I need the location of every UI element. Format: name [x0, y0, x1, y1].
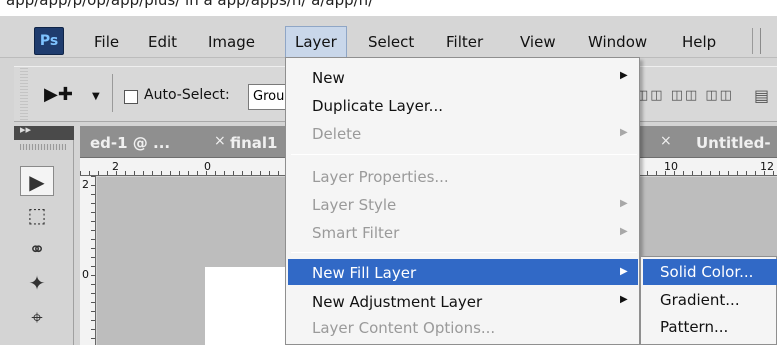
menu-view[interactable]: View [520, 33, 556, 51]
options-divider [112, 74, 113, 112]
lasso-tool-button[interactable]: ⚭ [20, 234, 54, 264]
options-grip-handle[interactable] [20, 68, 28, 120]
submenu-arrow-icon: ▶ [620, 226, 628, 237]
ruler-label: 2 [82, 178, 89, 191]
collapse-icon[interactable]: ▸▸ [20, 123, 31, 136]
vertical-ruler[interactable] [80, 176, 96, 345]
document-canvas[interactable] [205, 267, 287, 345]
menu-window[interactable]: Window [588, 33, 647, 51]
ruler-label: 2 [112, 160, 119, 173]
top-strip-text: app/app/p/op/app/plus/ in a app/apps/n/ … [6, 0, 374, 9]
menu-item-new[interactable]: New [312, 69, 345, 87]
workspace-switcher[interactable] [760, 28, 776, 54]
auto-select-checkbox[interactable] [124, 90, 138, 104]
crop-tool-button[interactable]: ⌖ [20, 302, 54, 332]
menu-filter[interactable]: Filter [446, 33, 483, 51]
tools-grip-handle[interactable] [20, 144, 66, 150]
menu-select[interactable]: Select [368, 33, 414, 51]
menu-item-new-adjustment-layer[interactable]: New Adjustment Layer [312, 293, 482, 311]
menu-file[interactable]: File [94, 33, 119, 51]
menu-item-layer-content-options[interactable]: Layer Content Options... [312, 319, 495, 337]
tab-untitled-1[interactable]: ed-1 @ ... [84, 130, 206, 156]
move-tool-icon[interactable]: ▶✚ [44, 84, 73, 105]
top-strip: app/app/p/op/app/plus/ in a app/apps/n/ … [0, 0, 777, 16]
ruler-label: 10 [664, 160, 678, 173]
close-icon[interactable]: × [660, 133, 672, 149]
menu-image[interactable]: Image [208, 33, 255, 51]
magic-wand-tool-button[interactable]: ✦ [20, 268, 54, 298]
align-left-icon[interactable]: ▤ [754, 86, 769, 105]
submenu-arrow-icon: ▶ [620, 294, 628, 305]
submenu-item-pattern[interactable]: Pattern... [660, 318, 728, 336]
menu-help[interactable]: Help [682, 33, 716, 51]
menu-layer[interactable]: Layer [285, 26, 347, 58]
ruler-label: 0 [82, 268, 89, 281]
ps-logo-icon[interactable]: Ps [34, 27, 64, 55]
menu-item-smart-filter[interactable]: Smart Filter [312, 224, 399, 242]
move-tool-button[interactable]: ▶ [20, 166, 54, 196]
ruler-label: 12 [760, 160, 774, 173]
menu-separator [291, 154, 637, 155]
menu-edit[interactable]: Edit [148, 33, 177, 51]
menu-separator [291, 252, 637, 253]
menu-item-delete[interactable]: Delete [312, 125, 361, 143]
ruler-label: 0 [204, 160, 211, 173]
submenu-arrow-icon: ▶ [620, 266, 628, 277]
menu-item-new-fill-layer[interactable]: New Fill Layer [312, 264, 416, 282]
menu-separator [752, 28, 753, 54]
distribute-icons[interactable]: ◫◫ ◫◫ ◫◫ [636, 88, 734, 103]
menu-item-duplicate-layer[interactable]: Duplicate Layer... [312, 97, 443, 115]
submenu-item-solid-color[interactable]: Solid Color... [660, 263, 753, 281]
marquee-tool-button[interactable]: ⬚ [20, 200, 54, 230]
submenu-arrow-icon: ▶ [620, 127, 628, 138]
auto-select-label: Auto-Select: [144, 87, 230, 103]
tab-untitled[interactable]: Untitled- [690, 130, 777, 156]
submenu-arrow-icon: ▶ [620, 70, 628, 81]
menu-item-layer-style[interactable]: Layer Style [312, 196, 396, 214]
tools-panel-header[interactable]: ▸▸ [14, 123, 74, 140]
submenu-item-gradient[interactable]: Gradient... [660, 291, 740, 309]
tool-preset-dropdown-icon[interactable]: ▼ [92, 91, 100, 102]
tab-final1[interactable]: final1 [224, 130, 286, 156]
menu-item-layer-properties[interactable]: Layer Properties... [312, 168, 449, 186]
submenu-arrow-icon: ▶ [620, 198, 628, 209]
